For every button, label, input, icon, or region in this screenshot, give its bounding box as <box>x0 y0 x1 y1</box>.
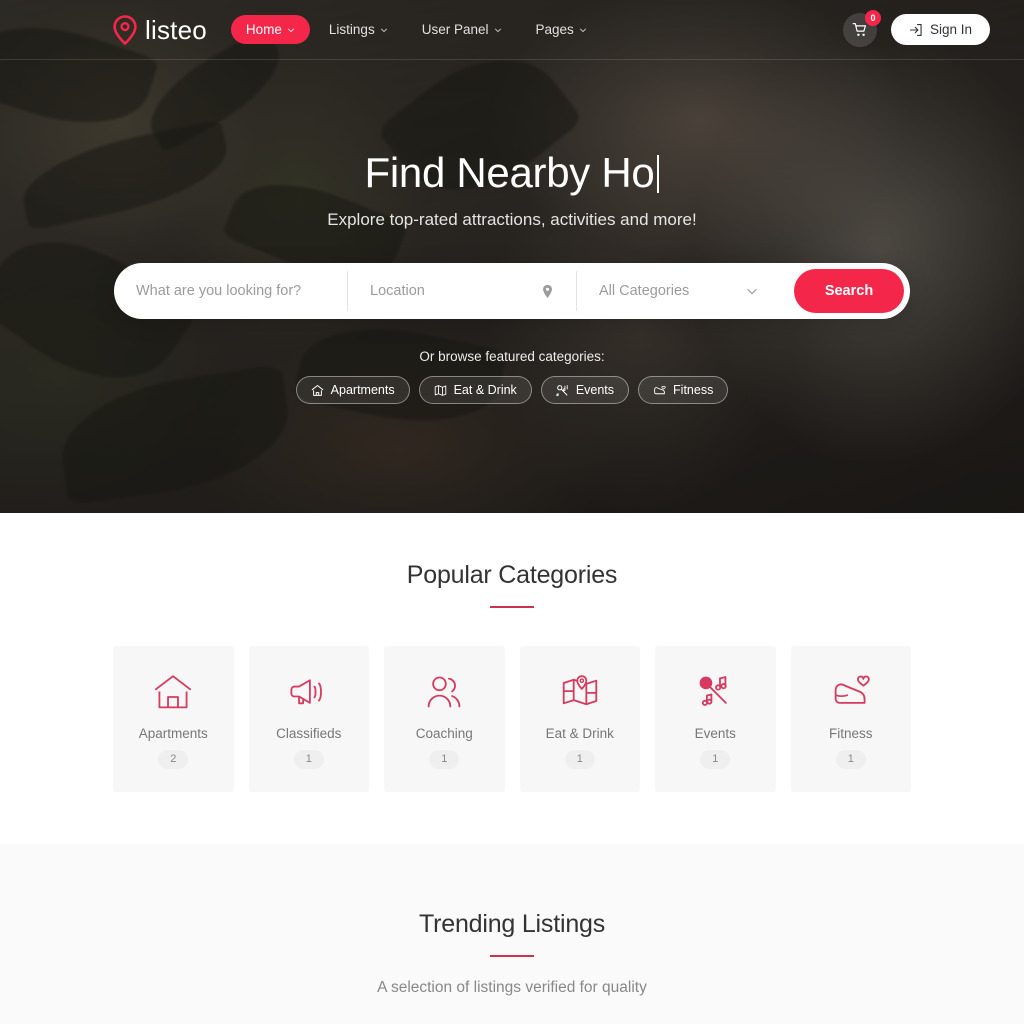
category-card-eat-and-drink[interactable]: Eat & Drink 1 <box>519 646 640 792</box>
trending-listings-section: Trending Listings A selection of listing… <box>0 844 1024 1024</box>
logo[interactable]: listeo <box>112 14 207 45</box>
category-card-coaching[interactable]: Coaching 1 <box>384 646 505 792</box>
location-field[interactable]: Location <box>348 271 577 312</box>
cart-count-badge: 0 <box>864 9 881 26</box>
sign-in-label: Sign In <box>929 22 972 37</box>
category-card-events[interactable]: Events 1 <box>655 646 776 792</box>
category-name: Coaching <box>415 725 473 741</box>
search-bar: Location All Categories Search <box>114 263 910 320</box>
category-card-classifieds[interactable]: Classifieds 1 <box>248 646 369 792</box>
title-underline <box>490 606 534 608</box>
category-name: Eat & Drink <box>545 725 614 741</box>
nav-item-user-panel[interactable]: User Panel <box>407 15 517 44</box>
chevron-down-icon <box>494 27 501 32</box>
pill-label: Events <box>575 383 615 398</box>
location-pin-icon[interactable] <box>541 284 554 299</box>
category-name: Events <box>694 725 736 741</box>
chevron-down-icon <box>380 27 387 32</box>
nav-label-pages: Pages <box>535 22 574 37</box>
location-placeholder: Location <box>370 283 425 300</box>
hero-content: Find Nearby Ho Explore top-rated attract… <box>0 0 1024 405</box>
browse-categories-label: Or browse featured categories: <box>419 349 605 365</box>
category-card-fitness[interactable]: Fitness 1 <box>790 646 911 792</box>
category-count-badge: 1 <box>429 749 460 769</box>
pill-apartments[interactable]: Apartments <box>295 376 410 405</box>
map-pin-icon <box>560 670 600 714</box>
pill-label: Fitness <box>673 383 714 398</box>
category-name: Classifieds <box>276 725 342 741</box>
sign-in-icon <box>909 23 922 36</box>
cart-icon <box>852 22 867 36</box>
category-name: Apartments <box>138 725 208 741</box>
megaphone-icon <box>289 670 329 714</box>
trending-head: Trending Listings A selection of listing… <box>0 910 1024 997</box>
section-title: Trending Listings <box>418 910 606 938</box>
nav-item-listings[interactable]: Listings <box>314 15 403 44</box>
pill-label: Apartments <box>330 383 395 398</box>
category-grid: Apartments 2 Classifieds 1 Coaching 1 Ea… <box>0 646 1024 792</box>
house-icon <box>153 670 193 714</box>
header-actions: 0 Sign In <box>842 9 990 47</box>
map-icon <box>434 385 446 396</box>
search-input[interactable] <box>136 283 325 300</box>
search-button[interactable]: Search <box>794 269 904 314</box>
pill-eat-and-drink[interactable]: Eat & Drink <box>418 376 532 405</box>
popular-categories-head: Popular Categories <box>0 561 1024 608</box>
nav-label-user-panel: User Panel <box>421 22 489 37</box>
nav-label-home: Home <box>245 22 282 37</box>
cart-widget[interactable]: 0 <box>842 9 881 47</box>
people-icon <box>424 670 464 714</box>
pill-fitness[interactable]: Fitness <box>638 376 729 405</box>
category-count-badge: 1 <box>700 749 731 769</box>
site-header: listeo Home Listings User Panel Pages 0 … <box>0 0 1024 60</box>
section-subtitle: A selection of listings verified for qua… <box>377 979 647 996</box>
chevron-down-icon <box>579 27 586 32</box>
typewriter-cursor <box>657 155 660 193</box>
nav-item-home[interactable]: Home <box>230 15 310 44</box>
pill-label: Eat & Drink <box>453 383 517 398</box>
pill-events[interactable]: Events <box>540 376 630 405</box>
logo-text: listeo <box>145 14 207 45</box>
biceps-heart-icon <box>831 670 871 714</box>
microphone-icon <box>556 385 568 397</box>
nav-label-listings: Listings <box>328 22 375 37</box>
hero-section: listeo Home Listings User Panel Pages 0 … <box>0 0 1024 513</box>
category-name: Fitness <box>828 725 873 741</box>
chevron-down-icon <box>287 27 295 32</box>
category-count-badge: 1 <box>564 749 595 769</box>
featured-categories-pills: Apartments Eat & Drink Events Fitness <box>0 376 1024 405</box>
main-nav: Home Listings User Panel Pages <box>230 15 602 44</box>
nav-item-pages[interactable]: Pages <box>521 15 602 44</box>
page-title: Find Nearby Ho <box>0 148 1024 198</box>
chevron-down-icon <box>747 289 757 295</box>
category-card-apartments[interactable]: Apartments 2 <box>113 646 234 792</box>
hero-subtitle: Explore top-rated attractions, activitie… <box>327 210 697 230</box>
section-title: Popular Categories <box>406 561 618 589</box>
category-count-badge: 2 <box>158 749 189 769</box>
microphone-note-icon <box>695 670 735 714</box>
fitness-icon <box>654 385 666 395</box>
logo-pin-icon <box>113 14 137 45</box>
popular-categories-section: Popular Categories Apartments 2 Classifi… <box>0 513 1024 844</box>
category-count-badge: 1 <box>835 749 866 769</box>
category-count-badge: 1 <box>293 749 324 769</box>
title-underline <box>490 955 534 957</box>
category-selected-value: All Categories <box>599 283 690 300</box>
category-select[interactable]: All Categories <box>577 271 780 311</box>
hero-title-text: Find Nearby Ho <box>364 149 655 196</box>
sign-in-button[interactable]: Sign In <box>890 14 990 45</box>
keyword-field[interactable] <box>114 271 348 312</box>
home-icon <box>311 384 323 396</box>
